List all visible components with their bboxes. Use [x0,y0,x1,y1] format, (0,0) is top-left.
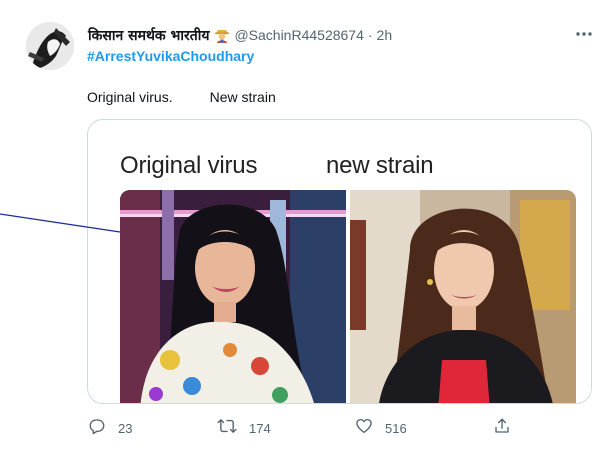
heart-icon [355,417,373,440]
tweet-actions: 23 174 516 [0,416,600,440]
photo-left [120,190,346,403]
retweet-button[interactable]: 174 [217,416,271,440]
meme-label-right: new strain [326,152,434,179]
author-display-name[interactable]: किसान समर्थक भारतीय [88,26,209,45]
reply-icon [88,417,106,440]
like-button[interactable]: 516 [355,416,407,440]
more-icon[interactable] [574,26,594,42]
photo-left-image [120,190,346,403]
tweet-text-part1: Original virus. [87,89,173,105]
photo-right-image [350,190,576,403]
separator-dot: · [367,27,373,43]
like-count: 516 [385,420,407,436]
reply-count: 23 [118,420,133,436]
avatar-image [26,22,74,70]
tweet-timestamp[interactable]: 2h [377,27,393,43]
tweet-text-part2: New strain [209,89,276,105]
retweet-icon [217,417,237,440]
share-button[interactable] [493,416,511,440]
reply-button[interactable]: 23 [88,416,132,440]
meme-label-left: Original virus [120,152,258,179]
tweet-header: किसान समर्थक भारतीय @SachinR44528674 · 2… [88,24,392,46]
hashtag-link[interactable]: #ArrestYuvikaChoudhary [87,48,254,64]
avatar[interactable] [26,22,74,70]
author-handle[interactable]: @SachinR44528674 [234,27,363,43]
tweet-text: Original virus. New strain [87,89,276,105]
retweet-count: 174 [249,420,271,436]
media-card[interactable]: Original virus new strain [87,119,592,404]
tweet[interactable]: किसान समर्थक भारतीय @SachinR44528674 · 2… [0,0,600,450]
share-icon [493,417,511,440]
photo-right [350,190,576,403]
farmer-emoji-icon [214,27,230,43]
